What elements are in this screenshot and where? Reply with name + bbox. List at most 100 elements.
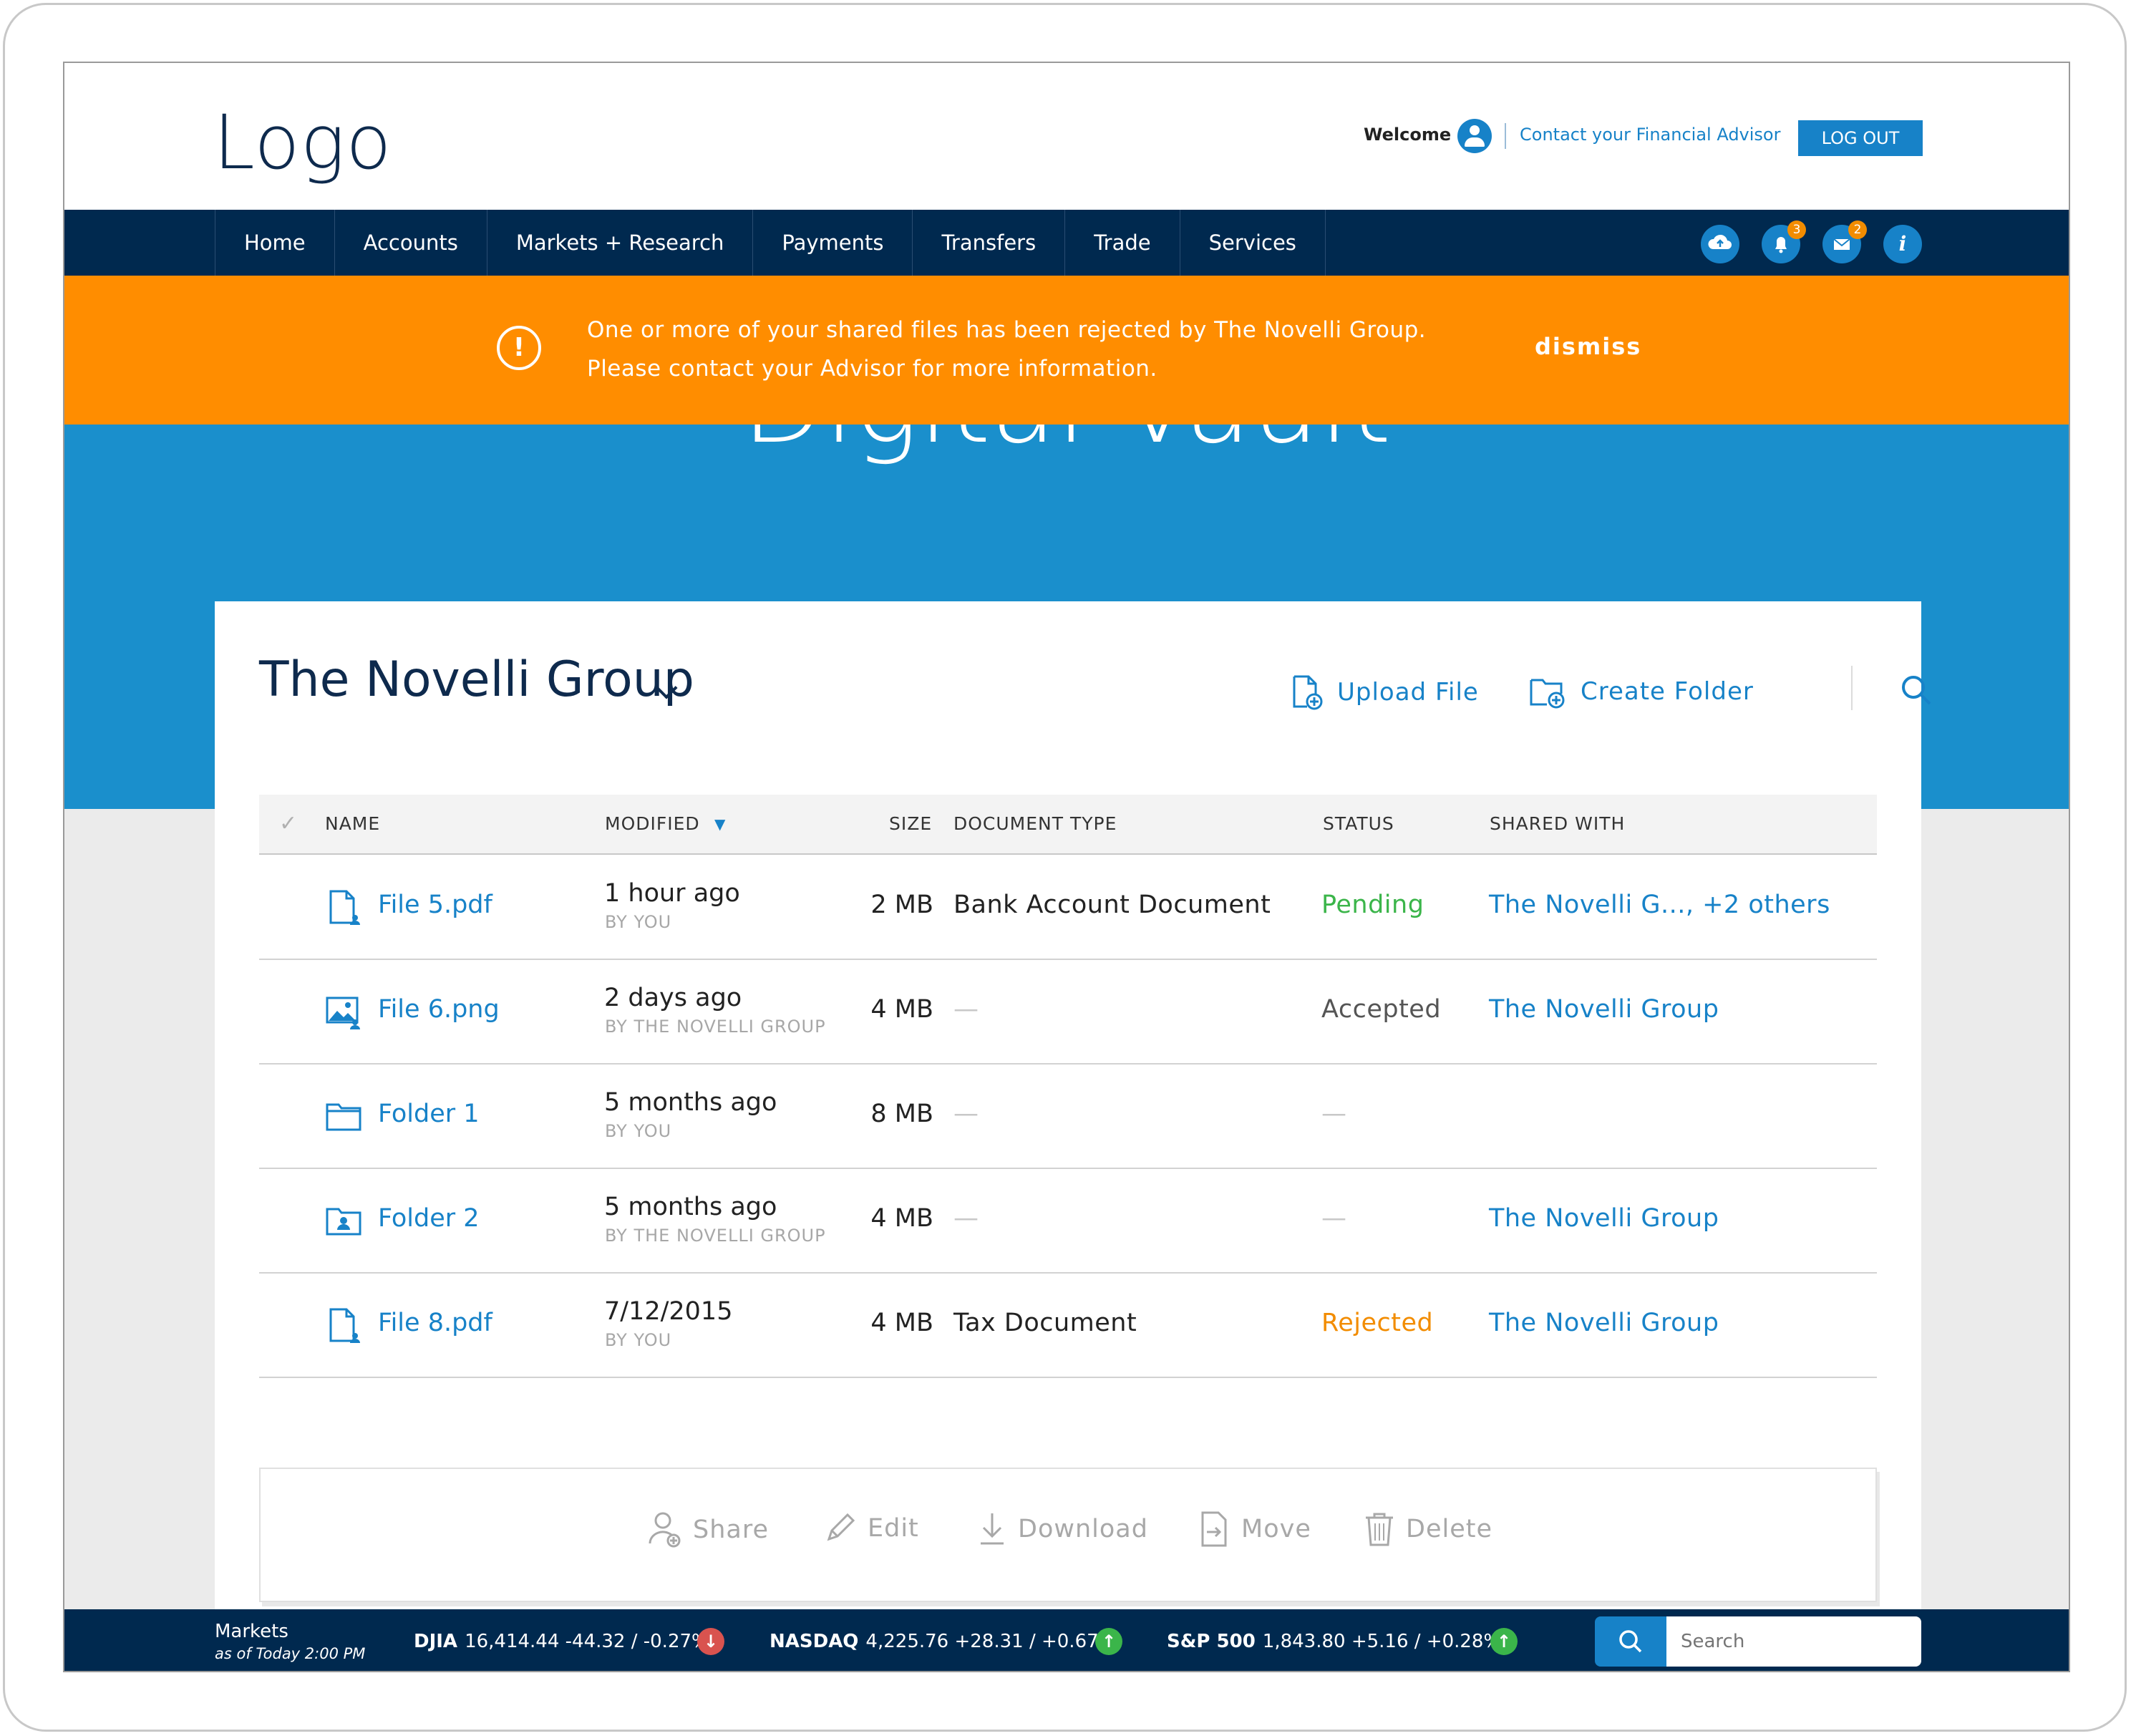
modified-by: BY YOU <box>605 1121 672 1141</box>
file-name-link[interactable]: Folder 1 <box>378 1100 480 1128</box>
ticker-nasdaq[interactable]: NASDAQ 4,225.76 +28.31 / +0.67% <box>770 1631 1116 1652</box>
document-type: — <box>953 1204 979 1233</box>
nav-item-trade[interactable]: Trade <box>1065 210 1180 276</box>
create-folder-button[interactable]: Create Folder <box>1529 674 1754 709</box>
move-label: Move <box>1241 1515 1311 1543</box>
arrow-down-icon: ↓ <box>697 1628 724 1655</box>
table-row[interactable]: File 5.pdf 1 hour ago BY YOU 2 MB Bank A… <box>259 855 1877 960</box>
move-button[interactable]: Move <box>1198 1510 1311 1548</box>
upload-file-icon <box>1293 675 1323 710</box>
file-name-link[interactable]: File 8.pdf <box>378 1309 492 1337</box>
alert-banner: ! One or more of your shared files has b… <box>64 276 2069 425</box>
download-icon <box>981 1513 1004 1545</box>
file-name-link[interactable]: File 6.png <box>378 995 500 1024</box>
delete-label: Delete <box>1406 1515 1492 1543</box>
delete-button[interactable]: Delete <box>1363 1510 1492 1548</box>
search-icon <box>1619 1630 1642 1653</box>
dismiss-button[interactable]: dismiss <box>1535 333 1641 360</box>
table-row[interactable]: Folder 1 5 months ago BY YOU 8 MB — — <box>259 1064 1877 1169</box>
alert-message-line1: One or more of your shared files has bee… <box>587 317 1427 343</box>
file-size: 4 MB <box>870 1204 933 1233</box>
column-modified[interactable]: MODIFIED <box>605 795 700 853</box>
info-icon[interactable]: i <box>1883 225 1922 263</box>
nav-item-markets-research[interactable]: Markets + Research <box>487 210 754 276</box>
move-file-icon <box>1201 1511 1227 1547</box>
download-button[interactable]: Download <box>976 1510 1148 1548</box>
column-status[interactable]: STATUS <box>1323 795 1394 853</box>
file-size: 4 MB <box>870 995 933 1024</box>
upload-file-button[interactable]: Upload File <box>1290 674 1479 710</box>
ticker-djia[interactable]: DJIA 16,414.44 -44.32 / -0.27% <box>414 1631 709 1652</box>
table-row[interactable]: Folder 2 5 months ago BY THE NOVELLI GRO… <box>259 1168 1877 1274</box>
file-action-bar: Share Edit Download Move Delete <box>259 1468 1877 1602</box>
cloud-upload-icon[interactable] <box>1701 225 1739 263</box>
table-row[interactable]: File 6.png 2 days ago BY THE NOVELLI GRO… <box>259 959 1877 1065</box>
nav-item-transfers[interactable]: Transfers <box>913 210 1066 276</box>
nav-item-accounts[interactable]: Accounts <box>335 210 487 276</box>
table-header: ✓ NAME MODIFIED ▼ SIZE DOCUMENT TYPE STA… <box>259 795 1877 855</box>
table-row[interactable]: File 8.pdf 7/12/2015 BY YOU 4 MB Tax Doc… <box>259 1273 1877 1378</box>
ticker-search-button[interactable] <box>1595 1616 1666 1667</box>
logo[interactable]: Logo <box>213 99 392 186</box>
file-name-link[interactable]: File 5.pdf <box>378 891 492 919</box>
markets-label: Markets <box>215 1621 288 1642</box>
nav-item-services[interactable]: Services <box>1180 210 1326 276</box>
pdf-file-icon <box>329 1308 360 1343</box>
modified-date: 2 days ago <box>604 984 742 1012</box>
column-size[interactable]: SIZE <box>889 795 932 853</box>
shared-with-link[interactable]: The Novelli G..., +2 others <box>1489 891 1830 919</box>
modified-by: BY YOU <box>605 1330 672 1350</box>
sort-desc-icon[interactable]: ▼ <box>714 795 726 853</box>
search-icon[interactable] <box>1899 673 1933 710</box>
ticker-value: 16,414.44 -44.32 / -0.27% <box>465 1631 709 1652</box>
modified-by: BY THE NOVELLI GROUP <box>605 1226 826 1246</box>
vault-card: The Novelli Group Upload File Create Fol… <box>215 601 1931 1671</box>
share-button[interactable]: Share <box>647 1510 769 1549</box>
status-badge: Rejected <box>1321 1309 1434 1337</box>
create-folder-icon <box>1530 679 1565 709</box>
shared-with-link[interactable]: The Novelli Group <box>1489 995 1719 1024</box>
share-user-icon <box>649 1512 681 1548</box>
edit-button[interactable]: Edit <box>823 1510 919 1546</box>
logout-button[interactable]: LOG OUT <box>1798 120 1923 156</box>
select-all-checkbox[interactable]: ✓ <box>279 795 298 853</box>
shared-with-link[interactable]: The Novelli Group <box>1489 1309 1719 1337</box>
bell-badge: 3 <box>1787 220 1806 239</box>
column-name[interactable]: NAME <box>325 795 380 853</box>
ticker-sp500[interactable]: S&P 500 1,843.80 +5.16 / +0.28% <box>1167 1631 1501 1652</box>
modified-date: 7/12/2015 <box>604 1297 733 1326</box>
header-divider <box>1505 123 1506 149</box>
arrow-up-icon: ↑ <box>1490 1628 1518 1655</box>
modified-date: 5 months ago <box>604 1193 777 1221</box>
ticker-search-input[interactable] <box>1666 1616 1921 1667</box>
status-badge: — <box>1321 1204 1347 1233</box>
file-name-link[interactable]: Folder 2 <box>378 1204 480 1233</box>
bell-icon[interactable]: 3 <box>1762 220 1806 263</box>
edit-label: Edit <box>868 1514 919 1543</box>
pdf-file-icon <box>329 890 360 925</box>
shared-folder-icon <box>326 1208 361 1236</box>
document-type: — <box>953 1100 979 1128</box>
contact-advisor-link[interactable]: Contact your Financial Advisor <box>1520 125 1780 145</box>
mail-icon[interactable]: 2 <box>1822 220 1867 263</box>
column-shared-with[interactable]: SHARED WITH <box>1490 795 1625 853</box>
create-folder-label: Create Folder <box>1581 677 1754 706</box>
file-size: 8 MB <box>870 1100 933 1128</box>
user-avatar-icon[interactable] <box>1457 119 1492 153</box>
shared-with-link[interactable]: The Novelli Group <box>1489 1204 1719 1233</box>
nav-item-home[interactable]: Home <box>215 210 335 276</box>
welcome-label: Welcome <box>1364 125 1452 145</box>
share-label: Share <box>693 1516 770 1544</box>
ticker-value: 1,843.80 +5.16 / +0.28% <box>1262 1631 1502 1652</box>
alert-icon: ! <box>497 326 541 370</box>
group-selector[interactable]: The Novelli Group <box>259 651 694 708</box>
document-type: Tax Document <box>953 1309 1137 1337</box>
nav-item-payments[interactable]: Payments <box>753 210 913 276</box>
nav-items: Home Accounts Markets + Research Payment… <box>215 210 1326 276</box>
modified-by: BY YOU <box>605 912 672 932</box>
download-label: Download <box>1018 1515 1148 1543</box>
page-title: Digital Vault <box>64 425 2069 467</box>
main-nav: Home Accounts Markets + Research Payment… <box>64 210 2069 276</box>
column-document-type[interactable]: DOCUMENT TYPE <box>953 795 1117 853</box>
folder-icon <box>326 1103 361 1131</box>
